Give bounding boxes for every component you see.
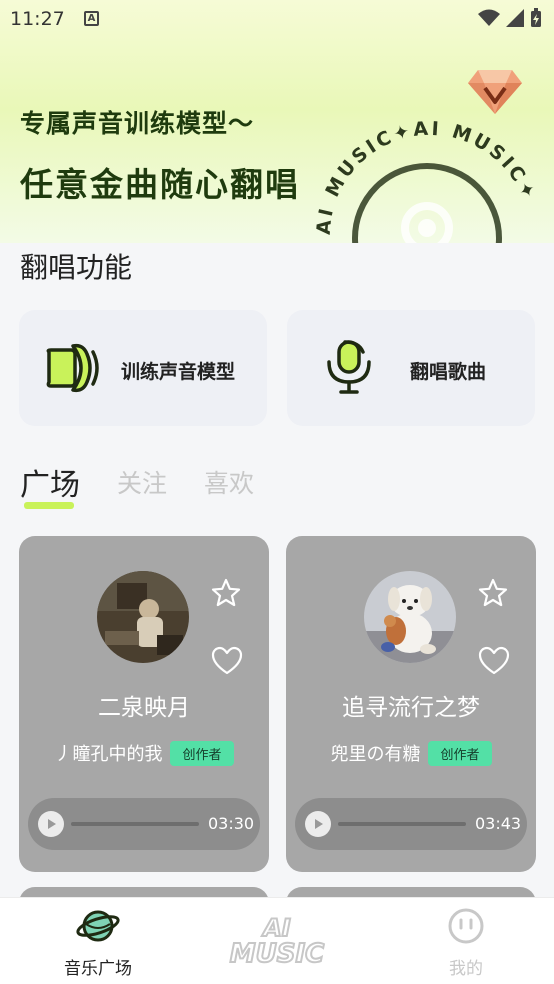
author-row: 兜里の有糖 创作者 (286, 740, 536, 766)
tab-square[interactable]: 广场 (20, 460, 80, 504)
section-title: 翻唱功能 (20, 251, 133, 284)
nav-music-square[interactable]: 音乐广场 (38, 906, 158, 979)
author-row: 丿瞳孔中的我 创作者 (19, 740, 269, 766)
creator-avatar[interactable] (364, 571, 456, 663)
cover-song-label: 翻唱歌曲 (410, 361, 487, 383)
song-title: 追寻流行之梦 (342, 695, 480, 721)
system-icons (478, 8, 542, 28)
song-card[interactable]: 追寻流行之梦 兜里の有糖 创作者 03:43 (286, 536, 536, 872)
cover-song-card[interactable]: 翻唱歌曲 (287, 310, 535, 426)
status-time: 11:27 (10, 8, 65, 30)
train-voice-model-card[interactable]: 训练声音模型 (19, 310, 267, 426)
creator-avatar[interactable] (97, 571, 189, 663)
logo-line1: AI (261, 914, 291, 942)
progress-track[interactable] (71, 822, 199, 826)
train-voice-model-label: 训练声音模型 (121, 361, 236, 383)
profile-face-icon (448, 908, 484, 944)
play-icon[interactable] (38, 811, 64, 837)
duration: 03:43 (475, 814, 522, 833)
wifi-icon (478, 9, 500, 26)
favorite-star-icon[interactable] (478, 578, 508, 608)
logo-line2: MUSIC (230, 939, 324, 969)
duration: 03:30 (208, 814, 255, 833)
like-heart-icon[interactable] (211, 646, 243, 676)
svg-text:AI MUSIC✦AI MUSIC✦: AI MUSIC✦AI MUSIC✦ (313, 118, 541, 236)
audio-player: 03:30 (28, 798, 260, 850)
nav-mine-label: 我的 (449, 959, 483, 979)
author-name[interactable]: 兜里の有糖 (330, 740, 420, 766)
favorite-star-icon[interactable] (211, 578, 241, 608)
author-name[interactable]: 丿瞳孔中的我 (54, 740, 162, 766)
song-title: 二泉映月 (98, 695, 190, 721)
creator-badge: 创作者 (170, 740, 234, 766)
microphone-icon (327, 340, 371, 394)
nav-mine[interactable]: 我的 (406, 906, 526, 979)
tab-follow[interactable]: 关注 (117, 464, 167, 500)
like-heart-icon[interactable] (478, 646, 510, 676)
tab-active-indicator (24, 502, 74, 509)
ai-music-logo[interactable]: AI MUSIC (214, 910, 340, 970)
progress-track[interactable] (338, 822, 466, 826)
banner-subtitle: 专属声音训练模型～ (20, 109, 255, 138)
banner-title: 任意金曲随心翻唱 (20, 165, 300, 204)
nav-music-square-label: 音乐广场 (64, 959, 132, 979)
audio-player: 03:43 (295, 798, 527, 850)
planet-icon (76, 910, 120, 942)
bottom-nav: 音乐广场 AI MUSIC 我的 (0, 897, 554, 984)
tab-likes[interactable]: 喜欢 (204, 464, 254, 500)
creator-badge: 创作者 (428, 740, 492, 766)
battery-icon (531, 8, 541, 27)
notification-icon: A (84, 11, 99, 26)
song-card[interactable]: 二泉映月 丿瞳孔中的我 创作者 03:30 (19, 536, 269, 872)
status-bar: 11:27 A (0, 0, 554, 40)
vip-diamond-icon[interactable] (466, 66, 524, 116)
signal-icon (506, 9, 524, 27)
hero-banner[interactable]: 11:27 A 专属声音训练模型～ 任意金曲随心翻唱 AI MUSIC✦AI M… (0, 0, 554, 243)
banner-art-text: AI MUSIC✦AI MUSIC✦ (313, 118, 538, 236)
play-icon[interactable] (305, 811, 331, 837)
speaker-icon (46, 343, 99, 393)
